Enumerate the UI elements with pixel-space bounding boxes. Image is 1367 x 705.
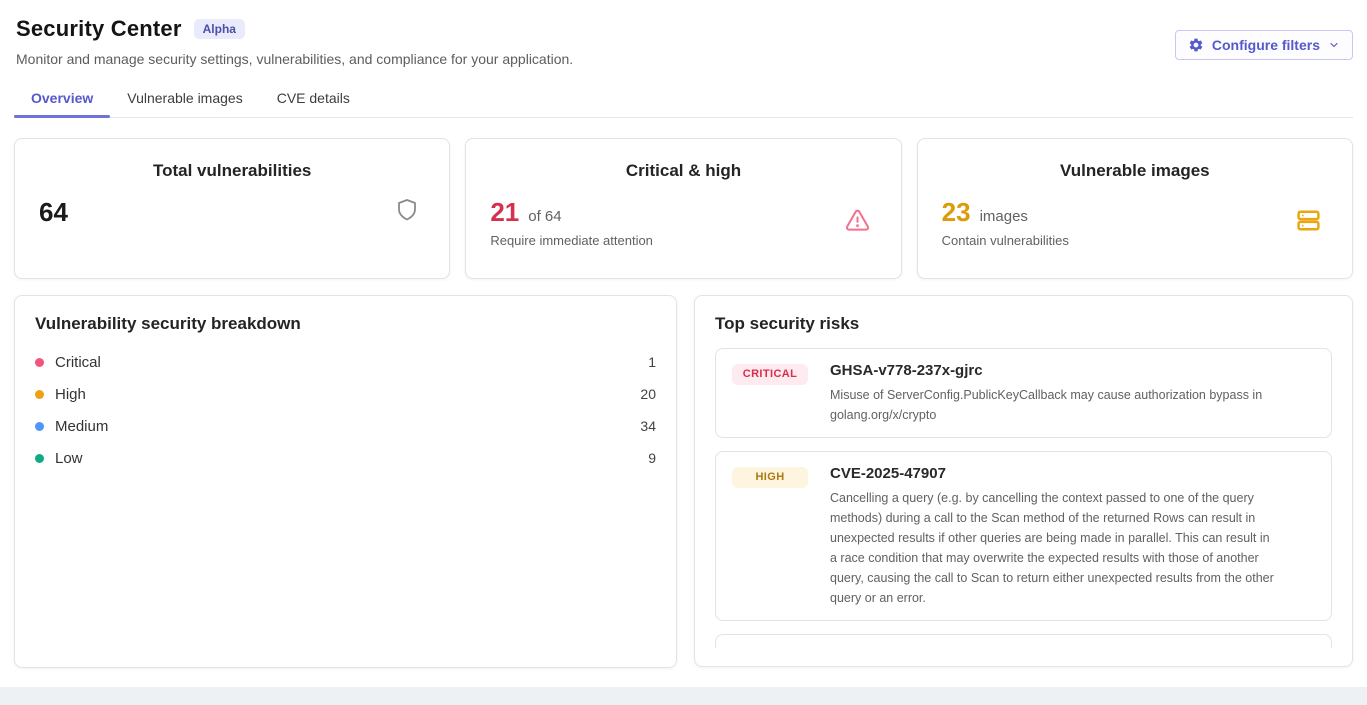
configure-filters-label: Configure filters (1212, 37, 1320, 53)
risk-id: CVE-2025-47907 (830, 464, 1275, 484)
vulnerable-images-suffix: images (980, 208, 1028, 225)
vulnerable-images-subtext: Contain vulnerabilities (942, 233, 1069, 250)
high-dot (35, 390, 44, 399)
alpha-badge: Alpha (194, 19, 245, 39)
breakdown-label: High (55, 386, 86, 403)
low-dot (35, 454, 44, 463)
breakdown-row-high: High 20 (35, 378, 656, 410)
breakdown-row-medium: Medium 34 (35, 410, 656, 442)
top-security-risks-panel: Top security risks CRITICAL GHSA-v778-23… (694, 295, 1353, 667)
breakdown-row-low: Low 9 (35, 442, 656, 474)
breakdown-value: 1 (648, 354, 656, 370)
critical-high-value: 21 (490, 195, 519, 229)
security-center-page: Security Center Alpha Monitor and manage… (0, 0, 1367, 687)
risk-description: Cancelling a query (e.g. by cancelling t… (830, 488, 1275, 608)
severity-badge: CRITICAL (732, 364, 808, 385)
tab-cve-details[interactable]: CVE details (260, 81, 367, 117)
risk-id: GHSA-v778-237x-gjrc (830, 361, 1275, 381)
breakdown-title: Vulnerability security breakdown (35, 314, 656, 334)
risk-item-ghsa-v778[interactable]: CRITICAL GHSA-v778-237x-gjrc Misuse of S… (715, 348, 1332, 438)
risk-description: Misuse of ServerConfig.PublicKeyCallback… (830, 385, 1275, 425)
risk-item-cve-2025-9086[interactable]: HIGH CVE-2025-9086 (715, 634, 1332, 648)
page-header: Security Center Alpha Monitor and manage… (14, 16, 1353, 67)
configure-filters-button[interactable]: Configure filters (1175, 30, 1353, 60)
risk-list: CRITICAL GHSA-v778-237x-gjrc Misuse of S… (715, 348, 1332, 648)
tab-vulnerable-images[interactable]: Vulnerable images (110, 81, 259, 117)
stat-cards-row: Total vulnerabilities 64 Critical & high… (14, 138, 1353, 279)
vulnerable-images-value: 23 (942, 195, 971, 229)
medium-dot (35, 422, 44, 431)
breakdown-label: Critical (55, 354, 101, 371)
breakdown-value: 20 (640, 386, 656, 402)
total-vulnerabilities-card: Total vulnerabilities 64 (14, 138, 450, 279)
shield-icon (395, 196, 419, 228)
page-title: Security Center (16, 16, 182, 42)
panels-row: Vulnerability security breakdown Critica… (14, 295, 1353, 668)
gear-icon (1188, 37, 1204, 53)
critical-high-subtext: Require immediate attention (490, 233, 653, 250)
breakdown-row-critical: Critical 1 (35, 346, 656, 378)
breakdown-value: 34 (640, 418, 656, 434)
card-title: Critical & high (490, 161, 876, 181)
breakdown-value: 9 (648, 450, 656, 466)
page-subtitle: Monitor and manage security settings, vu… (16, 51, 1353, 67)
card-title: Total vulnerabilities (39, 161, 425, 181)
card-title: Vulnerable images (942, 161, 1328, 181)
breakdown-label: Medium (55, 418, 108, 435)
vulnerability-breakdown-panel: Vulnerability security breakdown Critica… (14, 295, 677, 668)
critical-high-card: Critical & high 21 of 64 Require immedia… (465, 138, 901, 279)
risk-id: CVE-2025-9086 (830, 647, 938, 648)
risk-item-cve-2025-47907[interactable]: HIGH CVE-2025-47907 Cancelling a query (… (715, 451, 1332, 621)
total-vulnerabilities-value: 64 (39, 195, 68, 229)
server-icon (1295, 207, 1322, 239)
vulnerable-images-card: Vulnerable images 23 images Contain vuln… (917, 138, 1353, 279)
breakdown-rows: Critical 1 High 20 Medium 34 Low 9 (35, 346, 656, 474)
severity-badge: HIGH (732, 467, 808, 488)
tab-overview[interactable]: Overview (14, 81, 110, 117)
tab-bar: Overview Vulnerable images CVE details (14, 81, 1353, 118)
critical-dot (35, 358, 44, 367)
critical-high-suffix: of 64 (528, 208, 561, 225)
breakdown-label: Low (55, 450, 83, 467)
risks-title: Top security risks (715, 314, 1332, 334)
warning-icon (844, 207, 871, 239)
chevron-down-icon (1328, 39, 1340, 51)
